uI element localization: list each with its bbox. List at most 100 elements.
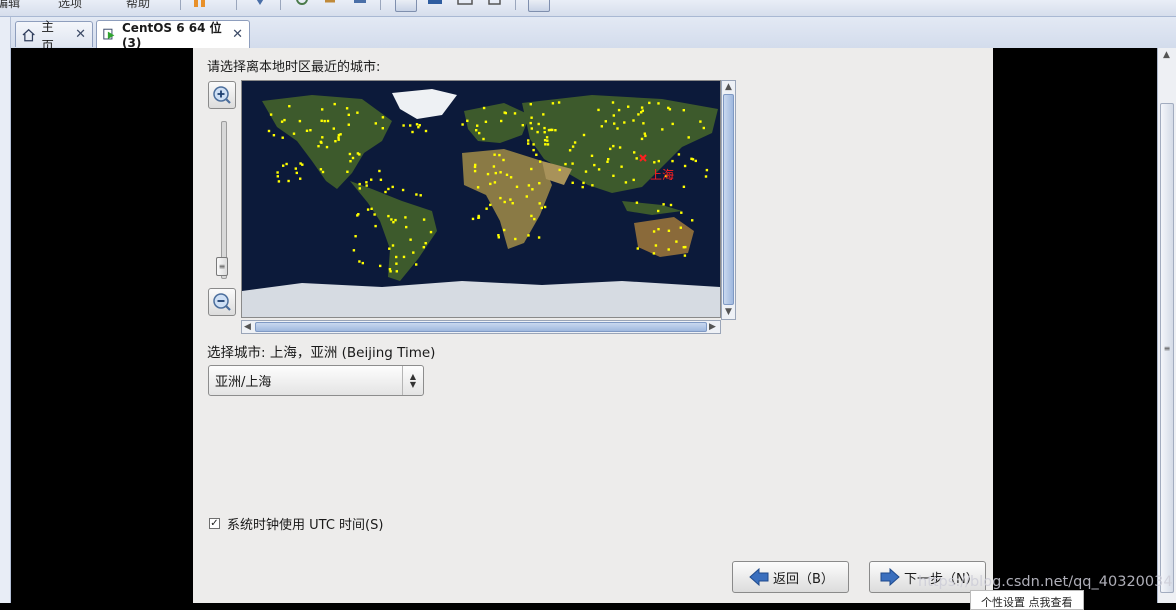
city-dot[interactable] xyxy=(345,107,349,110)
city-dot[interactable] xyxy=(521,124,524,127)
city-dot[interactable] xyxy=(551,102,555,105)
city-dot[interactable] xyxy=(276,171,279,174)
city-dot[interactable] xyxy=(640,137,644,141)
city-dot[interactable] xyxy=(597,168,601,171)
city-dot[interactable] xyxy=(387,214,390,218)
city-dot[interactable] xyxy=(606,160,609,163)
zoom-slider-track[interactable] xyxy=(221,121,227,279)
city-dot[interactable] xyxy=(557,101,561,104)
city-dot[interactable] xyxy=(540,206,543,210)
city-dot[interactable] xyxy=(333,102,336,106)
city-dot[interactable] xyxy=(295,171,298,175)
menu-fragment-options[interactable]: 选项 xyxy=(58,0,82,11)
city-dot[interactable] xyxy=(532,148,535,152)
city-dot[interactable] xyxy=(571,181,574,184)
city-dot[interactable] xyxy=(652,252,656,255)
city-dot[interactable] xyxy=(667,248,670,251)
tab-centos-vm[interactable]: CentOS 6 64 位 (3) ✕ xyxy=(96,20,250,50)
city-dot[interactable] xyxy=(351,156,355,160)
city-dot[interactable] xyxy=(590,154,594,157)
city-dot[interactable] xyxy=(657,228,660,231)
city-dot[interactable] xyxy=(429,230,433,234)
city-dot[interactable] xyxy=(529,103,532,106)
city-dot[interactable] xyxy=(657,159,660,163)
map-vertical-scrollbar[interactable]: ▲ ▼ xyxy=(721,80,736,320)
city-dot[interactable] xyxy=(309,129,312,132)
city-dot[interactable] xyxy=(564,162,567,166)
city-dot[interactable] xyxy=(405,225,408,229)
map-hscroll-thumb[interactable] xyxy=(255,322,707,332)
city-dot[interactable] xyxy=(525,195,528,198)
city-dot[interactable] xyxy=(492,165,496,168)
city-dot[interactable] xyxy=(543,139,547,142)
city-dot[interactable] xyxy=(536,130,539,134)
city-dot[interactable] xyxy=(391,244,395,247)
zoom-out-button[interactable] xyxy=(208,288,236,316)
city-dot[interactable] xyxy=(597,108,600,112)
city-dot[interactable] xyxy=(280,120,284,123)
city-dot[interactable] xyxy=(537,236,541,239)
scroll-left-icon[interactable]: ◀ xyxy=(244,322,251,332)
city-dot[interactable] xyxy=(618,146,622,149)
city-dot[interactable] xyxy=(607,158,610,161)
city-dot[interactable] xyxy=(298,119,302,123)
city-dot[interactable] xyxy=(365,184,368,187)
city-dot[interactable] xyxy=(285,162,288,166)
city-dot[interactable] xyxy=(644,134,647,138)
city-dot[interactable] xyxy=(489,182,492,186)
city-dot[interactable] xyxy=(424,242,427,245)
city-dot[interactable] xyxy=(558,168,561,172)
city-dot[interactable] xyxy=(356,111,359,114)
city-dot[interactable] xyxy=(402,124,405,127)
city-dot[interactable] xyxy=(514,237,517,241)
scroll-down-icon[interactable]: ▼ xyxy=(725,307,732,317)
city-dot[interactable] xyxy=(473,169,477,173)
vm-scroll-thumb[interactable]: ≡ xyxy=(1160,103,1174,593)
map-vscroll-thumb[interactable] xyxy=(723,94,734,305)
city-dot[interactable] xyxy=(571,162,574,165)
city-dot[interactable] xyxy=(267,129,271,133)
city-dot[interactable] xyxy=(402,255,406,259)
city-dot[interactable] xyxy=(424,129,428,133)
city-dot[interactable] xyxy=(531,188,534,191)
city-dot[interactable] xyxy=(530,116,533,119)
city-dot[interactable] xyxy=(668,108,672,111)
city-dot[interactable] xyxy=(299,162,302,165)
city-dot[interactable] xyxy=(613,122,616,125)
utc-checkbox[interactable]: ✓ xyxy=(209,518,220,529)
city-dot[interactable] xyxy=(500,119,503,123)
city-dot[interactable] xyxy=(476,186,480,189)
city-dot[interactable] xyxy=(482,106,486,110)
city-dot[interactable] xyxy=(349,160,352,163)
city-dot[interactable] xyxy=(505,173,509,176)
revert-snapshot-icon[interactable] xyxy=(323,0,339,9)
city-dot[interactable] xyxy=(652,230,656,233)
city-dot[interactable] xyxy=(661,128,664,131)
city-dot[interactable] xyxy=(543,131,546,134)
city-dot[interactable] xyxy=(484,120,488,123)
snapshot-manager-icon[interactable] xyxy=(352,0,368,9)
pause-icon[interactable] xyxy=(192,0,208,9)
city-dot[interactable] xyxy=(691,219,694,222)
city-dot[interactable] xyxy=(617,108,621,112)
city-dot[interactable] xyxy=(635,157,638,160)
city-dot[interactable] xyxy=(600,125,603,128)
city-dot[interactable] xyxy=(533,217,536,221)
close-tab-home-icon[interactable]: ✕ xyxy=(75,27,86,42)
menu-fragment-help[interactable]: 帮助 xyxy=(126,0,150,11)
city-dot[interactable] xyxy=(504,111,507,115)
tab-home[interactable]: 主页 ✕ xyxy=(15,19,93,53)
city-dot[interactable] xyxy=(493,153,496,156)
city-dot[interactable] xyxy=(394,218,397,222)
city-dot[interactable] xyxy=(546,139,549,142)
city-dot[interactable] xyxy=(680,211,683,214)
city-dot[interactable] xyxy=(682,185,686,188)
city-dot[interactable] xyxy=(283,118,286,122)
city-dot[interactable] xyxy=(494,171,497,175)
city-dot[interactable] xyxy=(699,120,702,123)
city-dot[interactable] xyxy=(530,214,533,218)
zoom-in-button[interactable] xyxy=(208,81,236,109)
city-dot[interactable] xyxy=(705,168,709,172)
city-dot[interactable] xyxy=(320,119,323,122)
city-dot[interactable] xyxy=(543,126,546,130)
